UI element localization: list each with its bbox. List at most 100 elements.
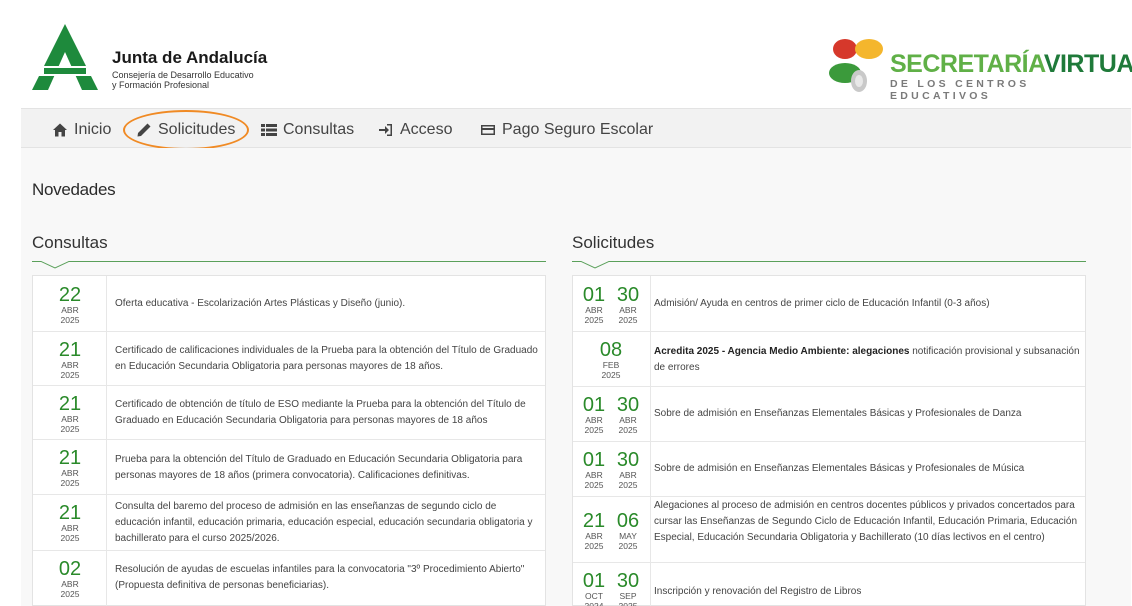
item-text[interactable]: Consulta del baremo del proceso de admis… <box>115 499 540 547</box>
item-text[interactable]: Prueba para la obtención del Título de G… <box>115 452 540 484</box>
list-item[interactable]: 22 ABR 2025 Oferta educativa - Escolarizac… <box>33 276 545 332</box>
home-icon <box>53 123 67 137</box>
date-cell: 01 ABR 2025 30 ABR 2025 <box>573 387 651 441</box>
date-year: 2025 <box>618 425 638 435</box>
date-year: 2024 <box>584 601 604 606</box>
nav-acceso[interactable]: Acceso <box>378 121 452 139</box>
list-item[interactable]: 21 ABR 2025 Prueba para la obtención del T… <box>33 440 545 495</box>
date: 21 ABR 2025 <box>54 340 86 380</box>
nav-solicitudes[interactable]: Solicitudes <box>136 121 235 139</box>
date-year: 2025 <box>584 315 604 325</box>
item-text[interactable]: Sobre de admisión en Enseñanzas Elementa… <box>654 461 1082 477</box>
consultas-list: 22 ABR 2025 Oferta educativa - Escolarizac… <box>32 275 546 606</box>
end-date: 30 ABR 2025 <box>612 395 644 435</box>
item-text[interactable]: Resolución de ayudas de escuelas infanti… <box>115 562 540 594</box>
date-cell: 21 ABR 2025 06 MAY 2025 <box>573 497 651 562</box>
date-day: 30 <box>616 449 640 471</box>
nav-acceso-label: Acceso <box>400 121 453 138</box>
ja-subtitle-2: y Formación Profesional <box>112 80 210 90</box>
item-text[interactable]: Alegaciones al proceso de admisión en ce… <box>654 498 1082 546</box>
date-month: ABR <box>619 415 637 425</box>
date-month: ABR <box>61 414 79 424</box>
item-text-body: Admisión/ Ayuda en centros de primer cic… <box>654 298 990 309</box>
list-item[interactable]: 21 ABR 2025 Consulta del baremo del proces… <box>33 495 545 551</box>
date-day: 08 <box>599 339 623 361</box>
date-cell: 21 ABR 2025 <box>33 332 107 385</box>
date-day: 30 <box>616 570 640 592</box>
item-text[interactable]: Inscripción y renovación del Registro de… <box>654 584 1082 600</box>
date: 21 ABR 2025 <box>54 448 86 488</box>
start-date: 21 ABR 2025 <box>578 511 610 551</box>
item-text[interactable]: Oferta educativa - Escolarización Artes … <box>115 296 540 312</box>
date-month: ABR <box>585 305 603 315</box>
date-month: ABR <box>585 531 603 541</box>
item-text-body: Sobre de admisión en Enseñanzas Elementa… <box>654 463 1025 474</box>
start-date: 01 ABR 2025 <box>578 395 610 435</box>
date-cell: 02 ABR 2025 <box>33 551 107 606</box>
list-item[interactable]: 08 FEB 2025 Acredita 2025 - Agencia Medio … <box>573 332 1085 387</box>
date-year: 2025 <box>618 480 638 490</box>
ja-subtitle-1: Consejería de Desarrollo Educativo <box>112 70 254 80</box>
nav-pago-seguro-escolar[interactable]: Pago Seguro Escolar <box>480 121 653 139</box>
list-item[interactable]: 02 ABR 2025 Resolución de ayudas de escuel… <box>33 551 545 606</box>
item-text[interactable]: Sobre de admisión en Enseñanzas Elementa… <box>654 406 1082 422</box>
junta-andalucia-logo[interactable] <box>30 22 100 92</box>
date-year: 2025 <box>60 424 80 434</box>
date-cell: 22 ABR 2025 <box>33 276 107 331</box>
credit-card-icon <box>481 125 495 135</box>
date-year: 2025 <box>60 533 80 543</box>
date-month: ABR <box>61 468 79 478</box>
nav-inicio[interactable]: Inicio <box>52 121 111 139</box>
date-month: SEP <box>619 591 637 601</box>
date-day: 21 <box>58 502 82 524</box>
date-year: 2025 <box>584 480 604 490</box>
date-year: 2025 <box>601 370 621 380</box>
list-item[interactable]: 01 ABR 2025 30 ABR 2025 Admisión/ Ayuda en c… <box>573 276 1085 332</box>
solicitudes-list: 01 ABR 2025 30 ABR 2025 Admisión/ Ayuda en c… <box>572 275 1086 606</box>
start-date: 08 FEB 2025 <box>595 339 627 380</box>
date-cell: 21 ABR 2025 <box>33 386 107 439</box>
item-text-body: Alegaciones al proceso de admisión en ce… <box>654 500 1078 543</box>
date-month: ABR <box>585 415 603 425</box>
item-text[interactable]: Certificado de calificaciones individual… <box>115 343 540 375</box>
list-item[interactable]: 21 ABR 2025 Certificado de obtención de tí… <box>33 386 545 440</box>
sv-title: SECRETARÍAVIRTUAL <box>890 50 1132 79</box>
date-cell: 01 ABR 2025 30 ABR 2025 <box>573 442 651 496</box>
secretaria-virtual-logo-icon[interactable] <box>825 33 893 95</box>
item-text-body: Inscripción y renovación del Registro de… <box>654 586 862 597</box>
list-item[interactable]: 01 ABR 2025 30 ABR 2025 Sobre de admisión en… <box>573 442 1085 497</box>
list-item[interactable]: 01 ABR 2025 30 ABR 2025 Sobre de admisión en… <box>573 387 1085 442</box>
start-date: 01 ABR 2025 <box>578 285 610 325</box>
date-day: 22 <box>58 284 82 306</box>
date-year: 2025 <box>618 541 638 551</box>
item-text[interactable]: Admisión/ Ayuda en centros de primer cic… <box>654 296 1082 312</box>
date: 22 ABR 2025 <box>54 284 86 325</box>
nav-consultas[interactable]: Consultas <box>261 121 354 139</box>
date-year: 2025 <box>584 541 604 551</box>
list-icon <box>261 124 277 136</box>
date-month: MAY <box>619 531 637 541</box>
date-day: 02 <box>58 558 82 580</box>
date-day: 30 <box>616 284 640 306</box>
end-date: 30 ABR 2025 <box>612 284 644 325</box>
date-day: 06 <box>616 510 640 532</box>
list-item[interactable]: 01 OCT 2024 30 SEP 2025 Inscripción y renova… <box>573 563 1085 606</box>
date-cell: 08 FEB 2025 <box>573 332 651 386</box>
main-nav: Inicio Solicitudes Consultas Acceso Pago… <box>21 108 1131 148</box>
novedades-heading: Novedades <box>32 180 116 199</box>
list-item[interactable]: 21 ABR 2025 06 MAY 2025 Alegaciones al proce… <box>573 497 1085 563</box>
item-text[interactable]: Acredita 2025 - Agencia Medio Ambiente: … <box>654 344 1082 376</box>
end-date: 30 SEP 2025 <box>612 570 644 606</box>
date-cell: 01 OCT 2024 30 SEP 2025 <box>573 563 651 606</box>
list-item[interactable]: 21 ABR 2025 Certificado de calificaciones … <box>33 332 545 386</box>
date-month: FEB <box>602 360 620 370</box>
date-month: ABR <box>619 305 637 315</box>
solicitudes-heading: Solicitudes <box>572 233 655 252</box>
item-text[interactable]: Certificado de obtención de título de ES… <box>115 397 540 429</box>
start-date: 01 ABR 2025 <box>578 450 610 490</box>
date-year: 2025 <box>60 589 80 599</box>
header: Junta de Andalucía Consejería de Desarro… <box>0 0 1132 108</box>
end-date: 06 MAY 2025 <box>612 510 644 551</box>
item-text-bold: Acredita 2025 - Agencia Medio Ambiente: … <box>654 346 910 357</box>
sv-subtitle: DE LOS CENTROS EDUCATIVOS <box>890 78 1030 102</box>
